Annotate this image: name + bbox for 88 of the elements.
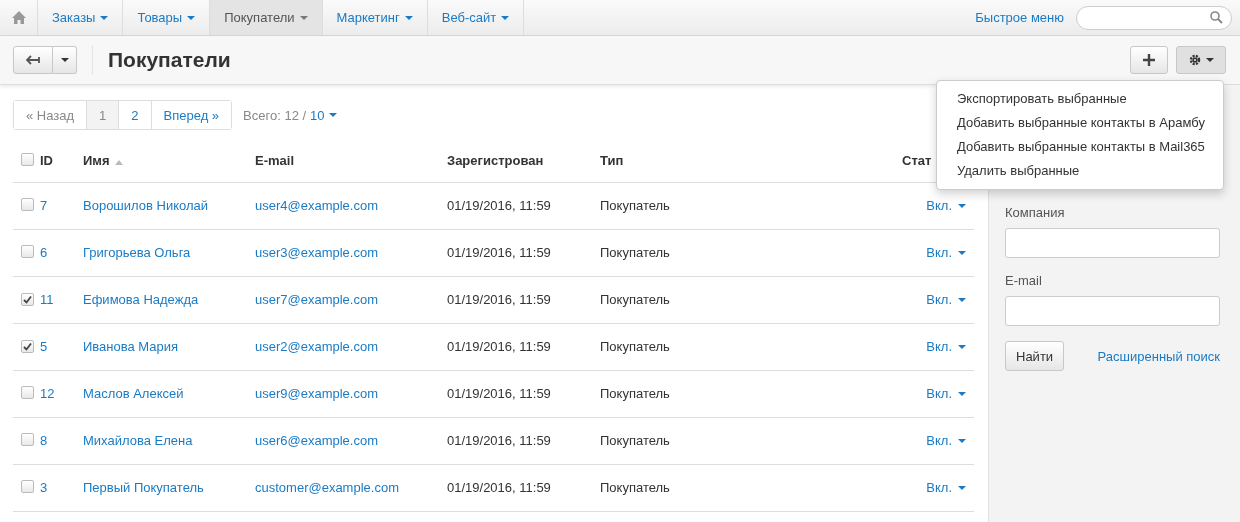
prev-page-link[interactable]: « Назад [14, 101, 88, 129]
customer-name-link[interactable]: Ефимова Надежда [83, 292, 199, 307]
input-field[interactable] [1005, 228, 1220, 258]
caret-icon [1205, 58, 1214, 62]
checkbox[interactable] [21, 244, 34, 258]
customer-name-link[interactable]: Михайлова Елена [83, 433, 193, 448]
status-dropdown[interactable]: Вкл. [926, 433, 966, 448]
menu-item[interactable]: Экспортировать выбранные [937, 87, 1223, 111]
status-dropdown[interactable]: Вкл. [926, 480, 966, 495]
settings-button[interactable] [1176, 46, 1226, 74]
total-count: Всего: 12 / [243, 107, 307, 123]
customer-type: Покупатель [600, 198, 670, 213]
menu-item[interactable]: Удалить выбранные [937, 159, 1223, 183]
email-link[interactable]: user4@example.com [255, 198, 379, 213]
advanced-search-link[interactable]: Расширенный поиск [1097, 348, 1220, 364]
back-arrow-icon [26, 55, 40, 65]
plus-icon [1143, 54, 1155, 66]
nav-tab[interactable]: Веб-сайт [427, 0, 525, 35]
nav-tab[interactable]: Покупатели [210, 0, 323, 35]
customer-name-link[interactable]: Иванова Мария [83, 339, 179, 354]
customer-type: Покупатель [600, 480, 670, 495]
nav-tab[interactable]: Заказы [38, 0, 124, 35]
page-title: Покупатели [92, 45, 231, 75]
customer-name-link[interactable]: Маслов Алексей [83, 386, 184, 401]
status-dropdown[interactable]: Вкл. [926, 339, 966, 354]
customer-name-link[interactable]: Первый Покупатель [83, 480, 204, 495]
page-link[interactable]: 1 [87, 101, 120, 129]
email-link[interactable]: user3@example.com [255, 245, 379, 260]
sort-ascending-icon [114, 160, 123, 166]
per-page-select[interactable]: 10 [310, 107, 337, 123]
column-header: Стат [902, 153, 932, 169]
registration-date: 01/19/2016, 11:59 [447, 433, 551, 448]
id-link[interactable]: 12 [40, 386, 55, 401]
status-dropdown[interactable]: Вкл. [926, 198, 966, 213]
quick-menu-link[interactable]: Быстрое меню [975, 10, 1064, 25]
dropdown-button[interactable] [53, 46, 77, 74]
add-button[interactable] [1130, 46, 1168, 74]
email-link[interactable]: user7@example.com [255, 292, 379, 307]
id-link[interactable]: 3 [40, 480, 48, 495]
registration-date: 01/19/2016, 11:59 [447, 198, 551, 213]
field-label: Компания [1005, 205, 1066, 220]
field-label: E-mail [1005, 273, 1043, 288]
registration-date: 01/19/2016, 11:59 [447, 245, 551, 260]
checkbox[interactable] [21, 432, 34, 446]
column-header: Зарегистрован [447, 153, 544, 169]
settings-icon [1188, 54, 1201, 66]
back-button[interactable] [13, 46, 53, 74]
customer-type: Покупатель [600, 339, 670, 354]
checkbox[interactable] [21, 152, 34, 166]
checkbox[interactable] [21, 340, 34, 353]
id-link[interactable]: 8 [40, 433, 48, 448]
registration-date: 01/19/2016, 11:59 [447, 386, 551, 401]
email-link[interactable]: user2@example.com [255, 339, 379, 354]
customer-name-link[interactable]: Григорьева Ольга [83, 245, 191, 260]
input-field[interactable] [1005, 296, 1220, 326]
email-link[interactable]: customer@example.com [255, 480, 399, 495]
search-field[interactable] [1076, 5, 1232, 30]
caret-icon [60, 58, 69, 62]
customer-type: Покупатель [600, 292, 670, 307]
column-header: ID [40, 153, 53, 169]
status-dropdown[interactable]: Вкл. [926, 245, 966, 260]
id-link[interactable]: 11 [40, 292, 54, 307]
id-link[interactable]: 6 [40, 245, 48, 260]
registration-date: 01/19/2016, 11:59 [447, 480, 551, 495]
id-link[interactable]: 5 [40, 339, 48, 354]
id-link[interactable]: 7 [40, 198, 48, 213]
customer-type: Покупатель [600, 386, 670, 401]
column-header: E-mail [255, 153, 294, 169]
search-icon [1210, 11, 1223, 24]
find-button[interactable]: Найти [1005, 341, 1065, 371]
column-header[interactable]: Имя [83, 153, 110, 169]
column-header: Тип [600, 153, 624, 169]
checkbox[interactable] [21, 293, 34, 306]
checkbox[interactable] [21, 479, 34, 493]
checkbox[interactable] [21, 197, 34, 211]
menu-item[interactable]: Добавить выбранные контакты в Арамбу [937, 111, 1223, 135]
menu-item[interactable]: Добавить выбранные контакты в Mail365 [937, 135, 1223, 159]
email-link[interactable]: user9@example.com [255, 386, 379, 401]
customer-name-link[interactable]: Ворошилов Николай [83, 198, 209, 213]
registration-date: 01/19/2016, 11:59 [447, 292, 551, 307]
customer-type: Покупатель [600, 245, 670, 260]
status-dropdown[interactable]: Вкл. [926, 292, 966, 307]
checkbox[interactable] [21, 385, 34, 399]
email-link[interactable]: user6@example.com [255, 433, 379, 448]
nav-tab[interactable]: Маркетинг [322, 0, 428, 35]
customer-type: Покупатель [600, 433, 670, 448]
registration-date: 01/19/2016, 11:59 [447, 339, 551, 354]
status-dropdown[interactable]: Вкл. [926, 386, 966, 401]
